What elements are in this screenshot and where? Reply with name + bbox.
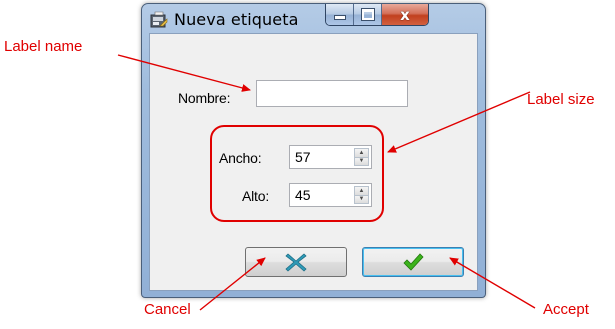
annotation-accept: Accept: [543, 301, 589, 318]
accept-button[interactable]: [362, 247, 464, 277]
checkmark-icon: [403, 253, 424, 271]
window-title: Nueva etiqueta: [174, 10, 299, 29]
annotation-label-name: Label name: [4, 38, 83, 55]
title-bar[interactable]: Nueva etiqueta x: [142, 4, 485, 34]
x-cancel-icon: [285, 253, 307, 272]
name-input[interactable]: [256, 80, 408, 107]
annotation-cancel: Cancel: [144, 301, 191, 318]
maximize-icon: [360, 8, 375, 21]
window-controls: x: [325, 4, 429, 26]
minimize-button[interactable]: [326, 4, 354, 25]
name-label: Nombre:: [178, 90, 231, 106]
close-icon: x: [400, 5, 410, 24]
minimize-icon: [333, 15, 346, 20]
annotation-label-size: Label size: [527, 91, 595, 108]
label-size-highlight: [210, 125, 384, 222]
close-button[interactable]: x: [382, 4, 428, 25]
cancel-button[interactable]: [245, 247, 347, 277]
maximize-button[interactable]: [354, 4, 382, 25]
label-printer-icon: [150, 11, 168, 29]
